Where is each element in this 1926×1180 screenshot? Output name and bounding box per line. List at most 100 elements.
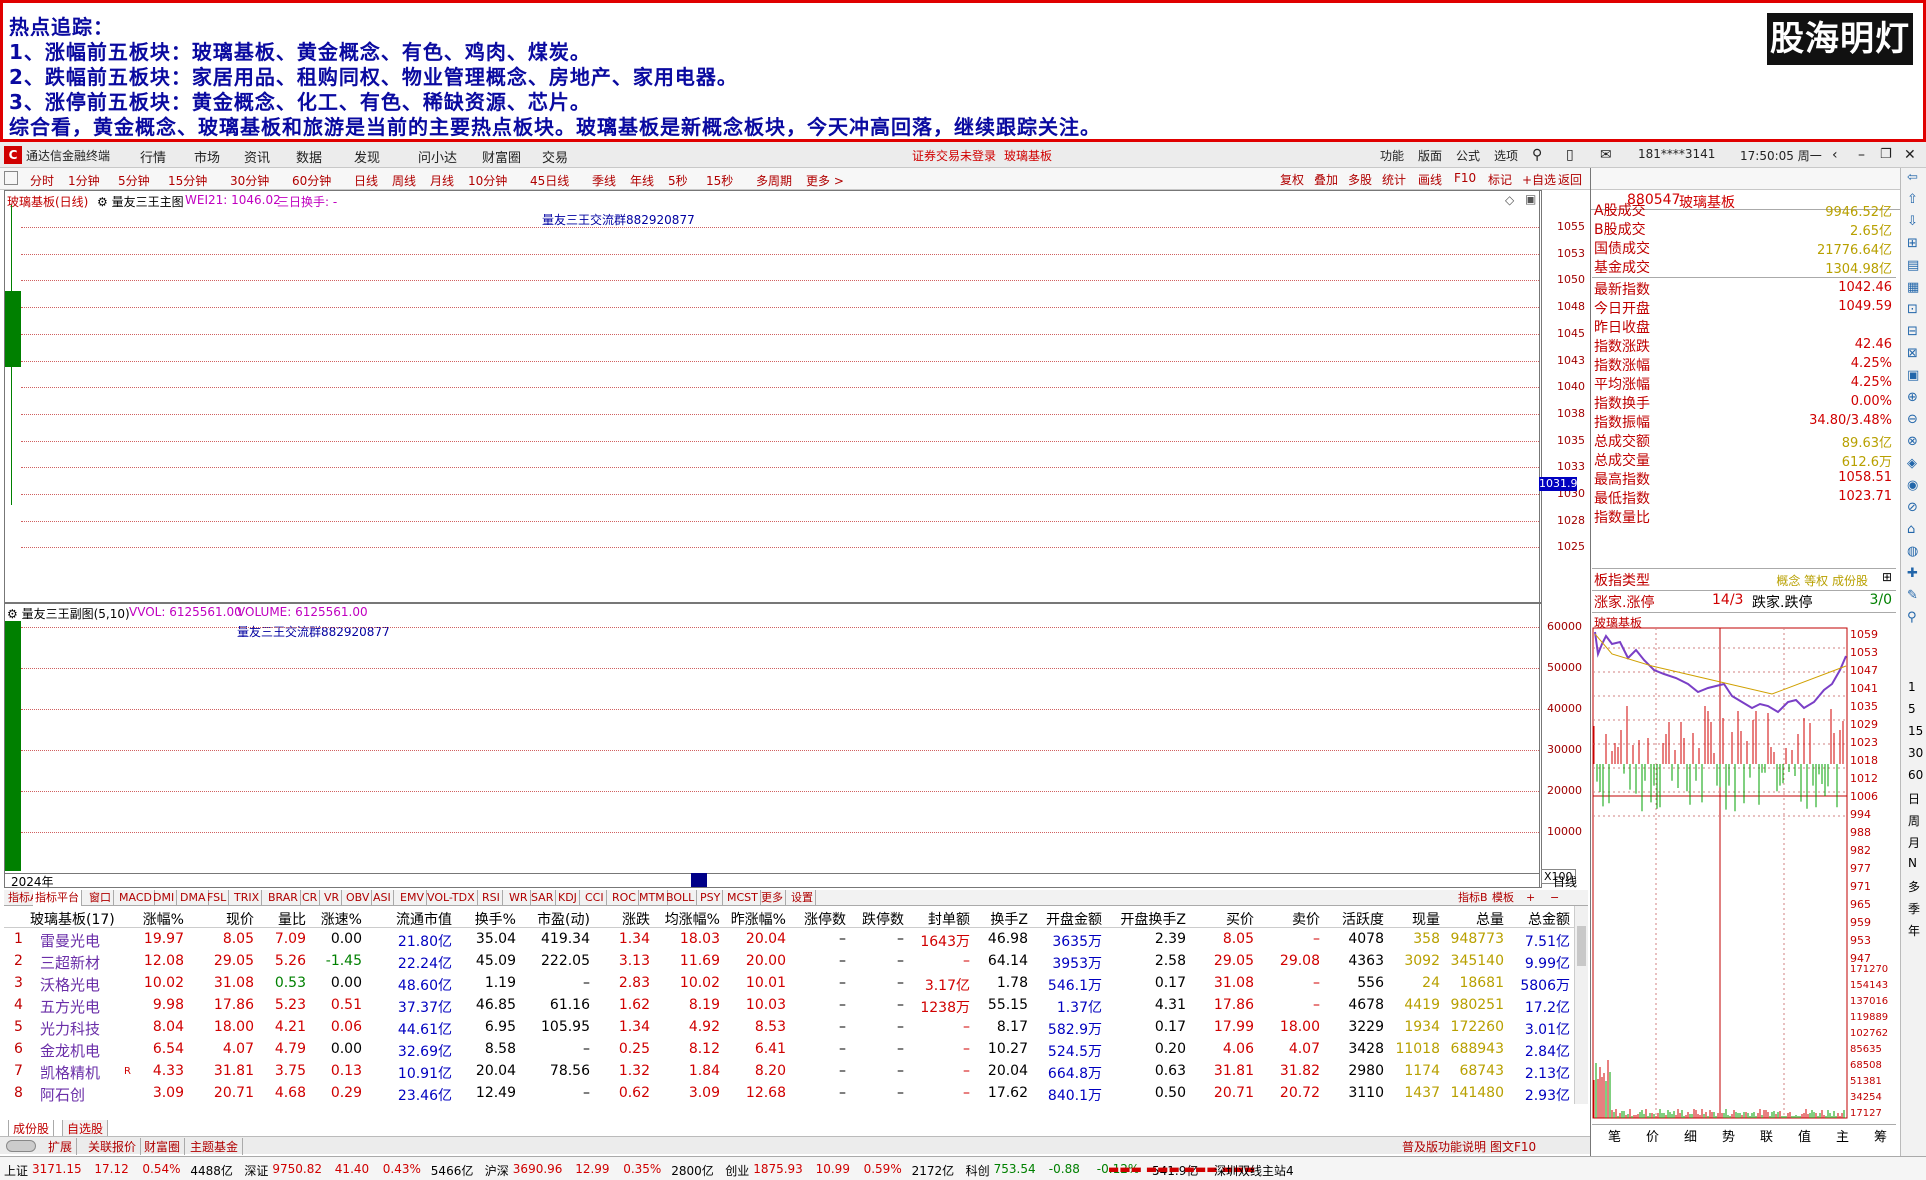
maximize-panel-icon[interactable]: ▣ [1525,192,1536,206]
column-header[interactable]: 涨速% [262,909,362,929]
side-period-button[interactable]: 30 [1908,746,1923,760]
table-icon[interactable]: ⊞ [1882,570,1892,584]
extension-tab[interactable]: 扩展 [48,1138,78,1155]
indicator-tab[interactable]: DMA [178,890,209,906]
menu-item[interactable]: 交易 [542,147,568,166]
crosshair-icon[interactable]: ✚ [1907,566,1918,581]
stock-name[interactable]: 沃格光电 [40,974,100,995]
indicator-tab[interactable]: MACD [117,890,155,906]
search-icon[interactable]: ⚲ [1907,610,1917,625]
main-chart-panel[interactable]: 玻璃基板(日线) ⚙ 量友三王主图 WEI21: 1046.02 三日换手: -… [4,190,1585,604]
indicator-tab[interactable]: ROC [610,890,639,906]
pencil-icon[interactable]: ✎ [1907,588,1918,603]
menu-item-right[interactable]: 公式 [1456,147,1480,164]
stock-name[interactable]: 凯格精机 [40,1062,100,1083]
side-period-button[interactable]: 年 [1908,922,1920,939]
table-scrollbar[interactable] [1574,906,1588,1104]
indicator-tab[interactable]: DMI [151,890,178,906]
side-period-button[interactable]: 周 [1908,812,1920,829]
app-logo-icon[interactable]: C [4,146,22,164]
chart-tool-button[interactable]: 复权 [1280,171,1304,188]
period-button[interactable]: 5秒 [668,172,688,189]
indicator-tab[interactable]: KDJ [556,890,580,906]
stock-name[interactable]: 雷曼光电 [40,930,100,951]
status-index-name[interactable]: 科创 [966,1162,990,1179]
indicator-tab[interactable]: 更多 [759,890,786,906]
side-period-button[interactable]: 1 [1908,680,1916,694]
period-button[interactable]: 10分钟 [468,172,507,189]
indicator-tab[interactable]: SAR [529,890,557,906]
chart-tool-button[interactable]: 返回 [1558,171,1582,188]
trade-login-notice[interactable]: 证券交易未登录 [912,147,996,164]
column-header[interactable]: 总金额 [1470,909,1570,929]
server-name[interactable]: 深圳双线主站4 [1214,1162,1294,1179]
close-circle-icon[interactable]: ⊗ [1907,434,1918,449]
period-button[interactable]: 日线 [354,172,378,189]
phone-icon[interactable]: ▯ [1566,147,1574,163]
period-button[interactable]: 45日线 [530,172,569,189]
minus-box-icon[interactable]: ⊟ [1907,324,1918,339]
indicator-tab[interactable]: VR [322,890,343,906]
menu-item-right[interactable]: 版面 [1418,147,1442,164]
ban-icon[interactable]: ⊘ [1907,500,1918,515]
diamond-icon[interactable]: ◈ [1907,456,1917,471]
menu-item[interactable]: 市场 [194,147,220,166]
menu-item[interactable]: 资讯 [244,147,270,166]
menu-item[interactable]: 数据 [296,147,322,166]
quote-tab[interactable]: 价 [1646,1126,1659,1145]
stock-name[interactable]: 五方光电 [40,996,100,1017]
chart-tool-button[interactable]: F10 [1454,171,1476,185]
menu-item-right[interactable]: 功能 [1380,147,1404,164]
indicator-name[interactable]: ⚙ 量友三王主图 [97,193,184,210]
indicator-tab[interactable]: TRIX [232,890,263,906]
panel-toggle-icon[interactable] [4,171,18,185]
indicator-tab-right[interactable]: − [1550,890,1559,905]
restore-icon[interactable]: ❐ [1880,147,1892,162]
extension-tab[interactable]: 财富圈 [144,1138,186,1155]
minus-icon[interactable]: ⊖ [1907,412,1918,427]
indicator-tab[interactable]: EMV [398,890,427,906]
quote-tab[interactable]: 联 [1760,1126,1773,1145]
indicator-tab[interactable]: ASI [371,890,394,906]
extension-tab[interactable]: 关联报价 [88,1138,142,1155]
indicator-tab[interactable]: WR [507,890,531,906]
panel-icon[interactable]: ▣ [1907,368,1919,383]
chart-tool-button[interactable]: 叠加 [1314,171,1338,188]
indicator-tab[interactable]: FSL [205,890,230,906]
table-row[interactable]: 3 沃格光电 10.02 31.08 0.53 0.00 48.60亿 1.19–2.83 10… [4,972,1572,994]
diamond-icon[interactable]: ◇ [1505,193,1514,207]
indicator-tab[interactable]: PSY [698,890,724,906]
plus-icon[interactable]: ⊕ [1907,390,1918,405]
help-tab[interactable]: 普及版功能说明 [1402,1138,1486,1155]
quote-tab[interactable]: 值 [1798,1126,1811,1145]
quote-tab[interactable]: 筹 [1874,1126,1887,1145]
left-arrow-icon[interactable]: ⇦ [1907,170,1918,185]
menu-item[interactable]: 财富圈 [482,147,521,166]
volume-chart-panel[interactable]: ⚙ 量友三王副图(5,10) VVOL: 6125561.00 VOLUME: … [4,602,1582,889]
period-button[interactable]: 周线 [392,172,416,189]
quote-tab[interactable]: 细 [1684,1126,1697,1145]
lock-icon[interactable]: ⚲ [1532,147,1542,163]
list-icon[interactable]: ▤ [1907,258,1919,273]
table-row[interactable]: 8 阿石创 3.09 20.71 4.68 0.29 23.46亿 12.49–0.62 3.0… [4,1082,1572,1104]
f10-tab[interactable]: 图文F10 [1490,1138,1536,1155]
indicator-tab-right[interactable]: + [1526,890,1535,905]
status-index-name[interactable]: 深证 [244,1162,268,1179]
status-index-name[interactable]: 创业 [725,1162,749,1179]
menu-item[interactable]: 问小达 [418,147,457,166]
indicator-tab[interactable]: BOLL [664,890,698,906]
extension-tab[interactable]: 主题基金 [190,1138,244,1155]
back-icon[interactable]: ‹ [1832,147,1838,163]
stock-name[interactable]: 金龙机电 [40,1040,100,1061]
intraday-mini-chart[interactable]: 玻璃基板 1059 1053 1047 1041 1035 1029 1023 1018 101… [1592,614,1896,1122]
quote-tab[interactable]: 势 [1722,1126,1735,1145]
period-button[interactable]: 更多 > [806,172,844,189]
side-period-button[interactable]: 多 [1908,878,1920,895]
period-button[interactable]: 多周期 [756,172,792,189]
period-button[interactable]: 5分钟 [118,172,150,189]
menu-item-right[interactable]: 选项 [1494,147,1518,164]
account-id[interactable]: 181****3141 [1638,147,1715,161]
side-period-button[interactable]: 60 [1908,768,1923,782]
table-row[interactable]: 5 光力科技 8.04 18.00 4.21 0.06 44.61亿 6.95 105.95 1.… [4,1016,1572,1038]
mail-icon[interactable]: ✉ [1600,147,1612,163]
